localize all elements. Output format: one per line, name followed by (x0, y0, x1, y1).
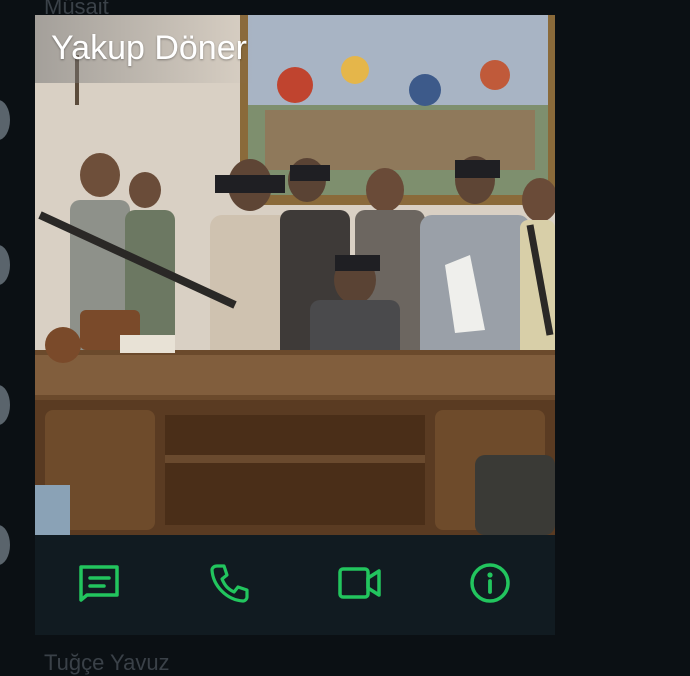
info-button[interactable] (460, 555, 520, 615)
video-call-button[interactable] (330, 555, 390, 615)
background-avatar (0, 385, 10, 425)
contact-name: Yakup Döner (51, 29, 247, 67)
message-icon (77, 563, 123, 608)
phone-icon (209, 562, 251, 609)
background-avatar (0, 245, 10, 285)
contact-action-bar (35, 535, 555, 635)
contact-popup-card: Yakup Döner (35, 15, 555, 635)
message-button[interactable] (70, 555, 130, 615)
background-chat-name: Tuğçe Yavuz (44, 650, 170, 675)
video-camera-icon (337, 565, 383, 606)
background-avatar (0, 100, 10, 140)
contact-profile-photo[interactable] (35, 15, 555, 535)
call-button[interactable] (200, 555, 260, 615)
background-avatar (0, 525, 10, 565)
info-icon (468, 561, 512, 610)
